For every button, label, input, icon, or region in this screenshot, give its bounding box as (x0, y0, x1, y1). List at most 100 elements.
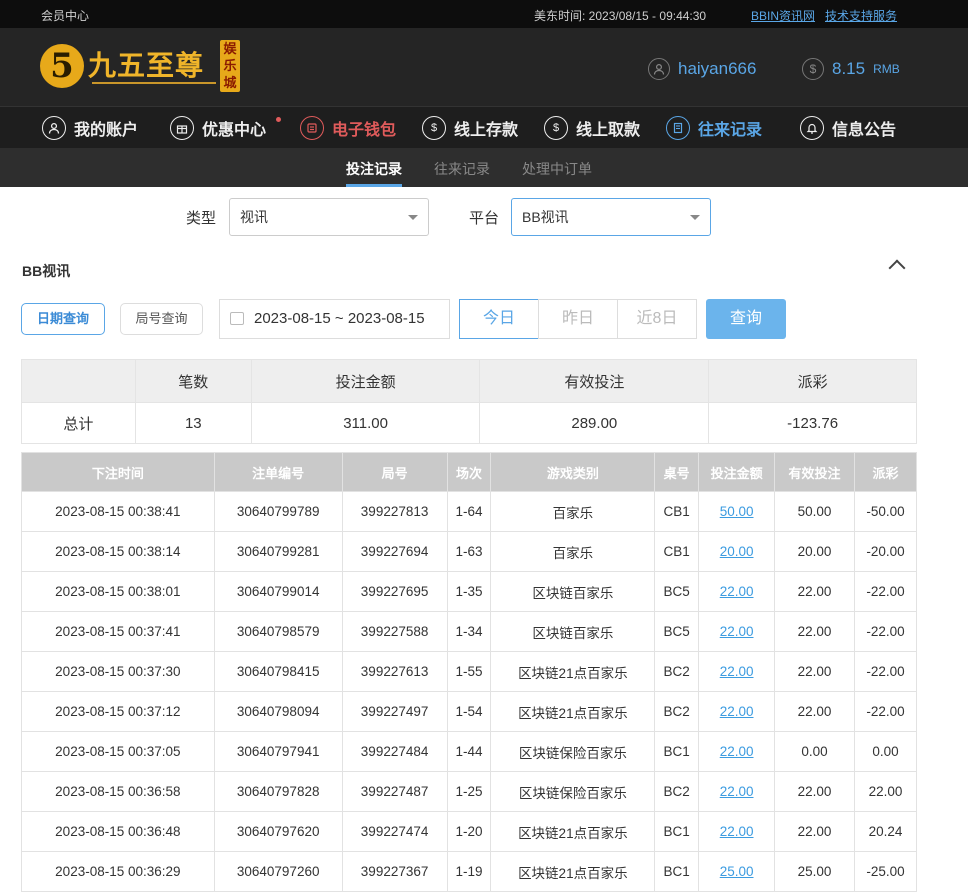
nav-withdraw[interactable]: $ 线上取款 (544, 116, 640, 140)
column-header[interactable]: 注单编号 (213, 452, 343, 492)
user-info[interactable]: haiyan666 (648, 58, 756, 80)
table-cell: 399227484 (341, 731, 448, 772)
table-cell: 1-44 (446, 731, 492, 772)
section-title: BB视讯 (22, 263, 71, 279)
table-row: 2023-08-15 00:36:29 30640797260 399227367 1… (21, 851, 918, 892)
table-cell: BC2 (654, 651, 700, 692)
yesterday-button[interactable]: 昨日 (538, 299, 618, 339)
chevron-up-icon[interactable] (888, 259, 906, 277)
table-cell: 2023-08-15 00:36:58 (21, 771, 215, 812)
column-header[interactable]: 场次 (446, 452, 492, 492)
column-header[interactable]: 局号 (341, 452, 448, 492)
tab-bet-records[interactable]: 投注记录 (346, 159, 402, 179)
top-bar: 会员中心 美东时间: 2023/08/15 - 09:44:30 BBIN资讯网… (0, 0, 968, 28)
new-indicator (276, 117, 281, 122)
nav-e-wallet[interactable]: 电子钱包 (300, 116, 396, 140)
table-cell: 22.00 (774, 811, 855, 852)
bet-amount-link[interactable]: 22.00 (698, 731, 776, 772)
tab-pending-orders[interactable]: 处理中订单 (522, 159, 592, 179)
wallet-icon (300, 116, 324, 140)
column-header[interactable]: 桌号 (654, 452, 700, 492)
last-8-days-button[interactable]: 近8日 (617, 299, 697, 339)
summary-table: 笔数 投注金额 有效投注 派彩 总计 13 311.00 289.00 -123… (21, 359, 917, 444)
table-cell: -22.00 (853, 651, 918, 692)
date-range-input[interactable]: 2023-08-15 ~ 2023-08-15 (219, 299, 450, 339)
sub-nav: 投注记录 往来记录 处理中订单 (0, 148, 968, 187)
table-cell: BC1 (654, 811, 700, 852)
table-cell: BC2 (654, 771, 700, 812)
site-logo[interactable]: 5 九五至尊 娱乐城 (40, 40, 250, 94)
table-cell: 30640797941 (213, 731, 343, 772)
records-body: 2023-08-15 00:38:41 30640799789 399227813 1… (21, 491, 918, 892)
bet-amount-link[interactable]: 22.00 (698, 651, 776, 692)
nav-label: 线上取款 (576, 122, 641, 139)
table-cell: 25.00 (774, 851, 855, 892)
table-cell: 1-54 (446, 691, 492, 732)
column-header[interactable]: 游戏类别 (490, 452, 656, 492)
bet-amount-link[interactable]: 22.00 (698, 571, 776, 612)
date-range-value: 2023-08-15 ~ 2023-08-15 (254, 310, 425, 327)
table-cell: 区块链21点百家乐 (490, 691, 656, 732)
table-cell: 20.24 (853, 811, 918, 852)
records-header-row: 下注时间 注单编号 局号 场次 游戏类别 桌号 投注金额 有效投注 派彩 (21, 452, 918, 492)
type-label: 类型 (186, 210, 217, 227)
nav-transaction-records[interactable]: 往来记录 (666, 116, 762, 140)
deposit-icon: $ (422, 116, 446, 140)
table-cell: -25.00 (853, 851, 918, 892)
table-cell: 399227367 (341, 851, 448, 892)
table-row: 2023-08-15 00:37:05 30640797941 399227484 1… (21, 731, 918, 772)
table-cell: 2023-08-15 00:37:41 (21, 611, 215, 652)
column-header[interactable]: 投注金额 (698, 452, 776, 492)
bet-amount-link[interactable]: 20.00 (698, 531, 776, 572)
tab-transaction-records[interactable]: 往来记录 (434, 159, 490, 179)
table-cell: 区块链百家乐 (490, 611, 656, 652)
bet-amount-link[interactable]: 25.00 (698, 851, 776, 892)
table-cell: 30640798579 (213, 611, 343, 652)
table-cell: 2023-08-15 00:37:05 (21, 731, 215, 772)
today-button[interactable]: 今日 (459, 299, 539, 339)
bet-records-table: 下注时间 注单编号 局号 场次 游戏类别 桌号 投注金额 有效投注 派彩 202… (21, 452, 918, 892)
record-icon (666, 116, 690, 140)
tech-support-link[interactable]: 技术支持服务 (825, 7, 897, 24)
username: haiyan666 (678, 59, 757, 78)
table-cell: BC2 (654, 691, 700, 732)
table-cell: -22.00 (853, 571, 918, 612)
table-cell: 399227695 (341, 571, 448, 612)
nav-label: 信息公告 (832, 122, 897, 139)
type-select[interactable]: 视讯 (229, 198, 429, 236)
table-cell: CB1 (654, 491, 700, 532)
date-query-button[interactable]: 日期查询 (21, 303, 105, 335)
table-row: 2023-08-15 00:38:41 30640799789 399227813 1… (21, 491, 918, 532)
table-cell: 区块链保险百家乐 (490, 771, 656, 812)
nav-deposit[interactable]: $ 线上存款 (422, 116, 518, 140)
nav-my-account[interactable]: 我的账户 (42, 116, 138, 140)
column-header[interactable]: 有效投注 (774, 452, 855, 492)
nav-promotions[interactable]: 优惠中心 (170, 116, 266, 140)
table-cell: 30640799014 (213, 571, 343, 612)
bbin-news-link[interactable]: BBIN资讯网 (751, 7, 815, 24)
summary-header: 投注金额 (250, 359, 481, 403)
platform-select-value: BB视讯 (522, 209, 569, 225)
nav-label: 往来记录 (698, 122, 763, 139)
table-cell: 2023-08-15 00:38:14 (21, 531, 215, 572)
calendar-icon (230, 312, 244, 325)
bet-amount-link[interactable]: 22.00 (698, 691, 776, 732)
round-query-button[interactable]: 局号查询 (120, 303, 203, 335)
platform-select[interactable]: BB视讯 (511, 198, 711, 236)
table-row: 2023-08-15 00:37:12 30640798094 399227497 1… (21, 691, 918, 732)
bet-amount-link[interactable]: 22.00 (698, 811, 776, 852)
summary-header: 派彩 (708, 359, 917, 403)
summary-header: 笔数 (134, 359, 252, 403)
column-header[interactable]: 下注时间 (21, 452, 215, 492)
table-cell: 22.00 (774, 651, 855, 692)
bet-amount-link[interactable]: 22.00 (698, 771, 776, 812)
table-cell: 0.00 (853, 731, 918, 772)
nav-announcements[interactable]: 信息公告 (800, 116, 896, 140)
summary-cell: 311.00 (250, 402, 481, 444)
column-header[interactable]: 派彩 (853, 452, 918, 492)
table-cell: 30640798094 (213, 691, 343, 732)
table-cell: 22.00 (774, 611, 855, 652)
bet-amount-link[interactable]: 50.00 (698, 491, 776, 532)
bet-amount-link[interactable]: 22.00 (698, 611, 776, 652)
search-button[interactable]: 查询 (706, 299, 786, 339)
